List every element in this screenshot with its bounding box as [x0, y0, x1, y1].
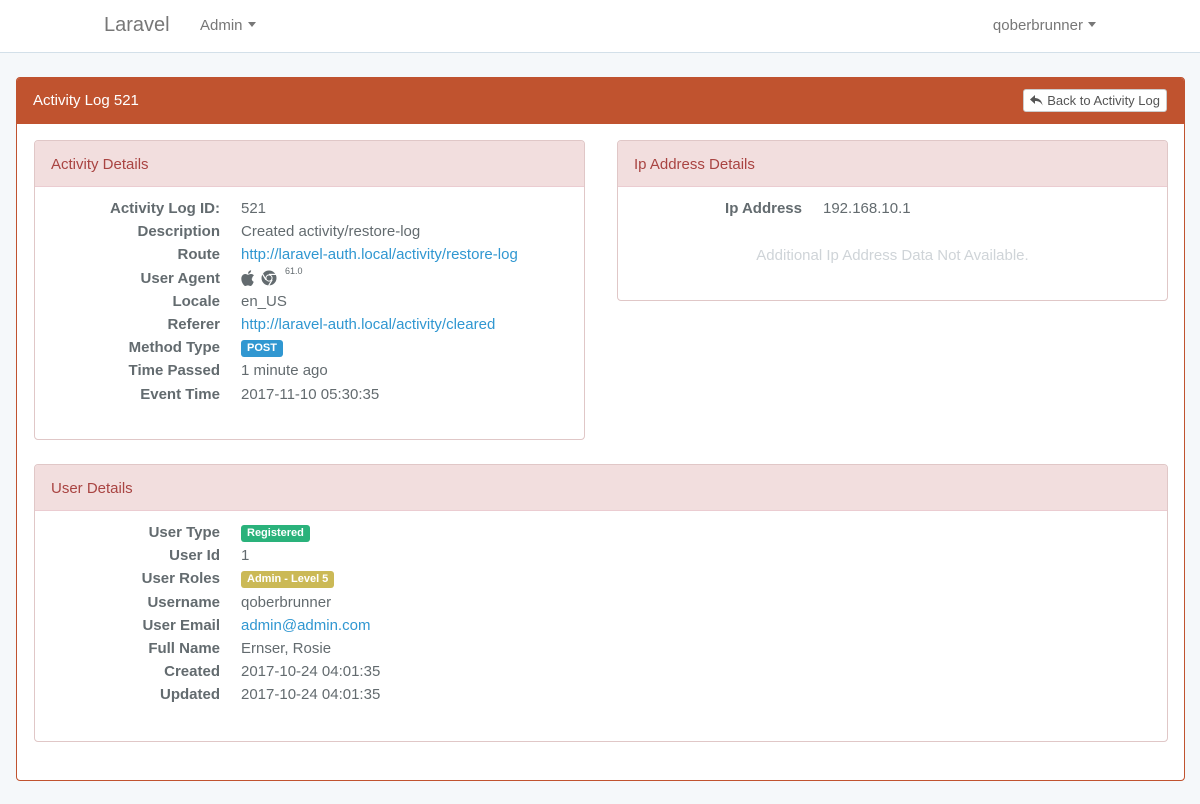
activity-details-panel: Activity Details Activity Log ID: 521 De…	[34, 140, 585, 440]
user-type-badge: Registered	[241, 525, 310, 542]
user-details-heading: User Details	[35, 465, 1167, 511]
chrome-icon	[261, 270, 277, 286]
detail-row: Username qoberbrunner	[35, 594, 1167, 617]
detail-label: User Agent	[140, 269, 220, 287]
detail-label: Username	[147, 593, 220, 611]
detail-row: User Email admin@admin.com	[35, 617, 1167, 640]
user-email-link[interactable]: admin@admin.com	[241, 617, 370, 634]
detail-label: Activity Log ID:	[109, 200, 220, 217]
detail-label: Method Type	[128, 339, 220, 357]
ip-details-title: Ip Address Details	[634, 156, 755, 173]
updated-value: 2017-10-24 04:01:35	[241, 686, 381, 704]
ip-address-details-panel: Ip Address Details Ip Address 192.168.10…	[617, 140, 1168, 301]
detail-row: Activity Log ID: 521	[35, 200, 584, 223]
detail-label: Full Name	[148, 639, 220, 657]
ip-details-list: Ip Address 192.168.10.1	[618, 200, 1167, 223]
detail-label: User Roles	[141, 570, 220, 588]
ip-details-heading: Ip Address Details	[618, 141, 1167, 187]
detail-label: Ip Address	[725, 200, 802, 217]
detail-label: User Email	[142, 616, 220, 634]
detail-label: Locale	[172, 292, 220, 310]
detail-row: Referer http://laravel-auth.local/activi…	[35, 316, 584, 339]
user-type-value: Registered	[241, 524, 310, 543]
user-roles-value: Admin - Level 5	[241, 570, 335, 589]
caret-down-icon	[247, 21, 256, 27]
detail-row: Event Time 2017-11-10 05:30:35	[35, 386, 584, 409]
detail-label: Route	[177, 246, 221, 264]
user-details-title: User Details	[51, 480, 133, 497]
event-time-value: 2017-11-10 05:30:35	[241, 385, 380, 403]
user-id-value: 1	[241, 547, 250, 565]
detail-row: User Roles Admin - Level 5	[35, 570, 1167, 593]
time-passed-value: 1 minute ago	[241, 362, 328, 380]
detail-row: Created 2017-10-24 04:01:35	[35, 663, 1167, 686]
detail-row: Updated 2017-10-24 04:01:35	[35, 686, 1167, 709]
detail-label: User Id	[169, 547, 220, 565]
detail-label: Updated	[160, 686, 220, 704]
route-link[interactable]: http://laravel-auth.local/activity/resto…	[241, 246, 518, 263]
method-type-value: POST	[241, 339, 283, 358]
method-badge: POST	[241, 340, 283, 358]
detail-row: Time Passed 1 minute ago	[35, 362, 584, 385]
detail-row: Route http://laravel-auth.local/activity…	[35, 246, 584, 269]
detail-label: Event Time	[140, 385, 220, 403]
detail-row: User Id 1	[35, 547, 1167, 570]
brand-link[interactable]: Laravel	[104, 14, 170, 37]
detail-row: Ip Address 192.168.10.1	[618, 200, 1167, 223]
detail-label: Created	[164, 663, 220, 681]
user-details-panel: User Details User Type Registered User I…	[34, 464, 1168, 742]
detail-label: Description	[137, 223, 220, 241]
detail-row: Locale en_US	[35, 293, 584, 316]
admin-dropdown-label: Admin	[200, 17, 243, 34]
role-badge: Admin - Level 5	[241, 571, 335, 589]
activity-details-heading: Activity Details	[35, 141, 584, 187]
detail-label: Time Passed	[128, 362, 220, 380]
navbar: Laravel Admin qoberbrunner	[0, 0, 1200, 53]
activity-details-title: Activity Details	[51, 156, 149, 173]
caret-down-icon	[1088, 21, 1096, 27]
detail-label: Referer	[167, 315, 220, 333]
user-details-list: User Type Registered User Id 1 User Role…	[35, 524, 1167, 710]
locale-value: en_US	[241, 292, 287, 310]
activity-details-list: Activity Log ID: 521 Description Created…	[35, 200, 584, 409]
activity-log-id-value: 521	[241, 200, 267, 217]
apple-icon	[241, 269, 254, 286]
detail-row: Description Created activity/restore-log	[35, 223, 584, 246]
detail-row: User Agent 61.0	[35, 266, 584, 293]
user-dropdown-label: qoberbrunner	[992, 17, 1083, 34]
detail-label: User Type	[148, 524, 220, 541]
created-value: 2017-10-24 04:01:35	[241, 663, 381, 681]
user-dropdown[interactable]: qoberbrunner	[993, 17, 1096, 34]
username-value: qoberbrunner	[241, 593, 332, 611]
page-title: Activity Log 521	[33, 92, 139, 109]
admin-dropdown[interactable]: Admin	[200, 17, 256, 34]
activity-log-panel: Activity Log 521 Back to Activity Log Ac…	[16, 77, 1185, 781]
detail-row: Full Name Ernser, Rosie	[35, 640, 1167, 663]
user-agent-value: 61.0	[241, 266, 303, 290]
referer-link[interactable]: http://laravel-auth.local/activity/clear…	[241, 316, 495, 333]
reply-arrow-icon	[1030, 95, 1043, 106]
detail-row: Method Type POST	[35, 339, 584, 362]
description-value: Created activity/restore-log	[241, 223, 421, 241]
panel-heading: Activity Log 521 Back to Activity Log	[17, 78, 1184, 124]
detail-row: User Type Registered	[35, 524, 1167, 547]
back-to-activity-log-button[interactable]: Back to Activity Log	[1023, 89, 1167, 112]
ip-unavailable-note: Additional Ip Address Data Not Available…	[756, 247, 1029, 264]
full-name-value: Ernser, Rosie	[241, 639, 332, 657]
back-button-label: Back to Activity Log	[1047, 93, 1160, 108]
browser-version: 61.0	[285, 265, 303, 276]
ip-address-value: 192.168.10.1	[823, 200, 911, 217]
